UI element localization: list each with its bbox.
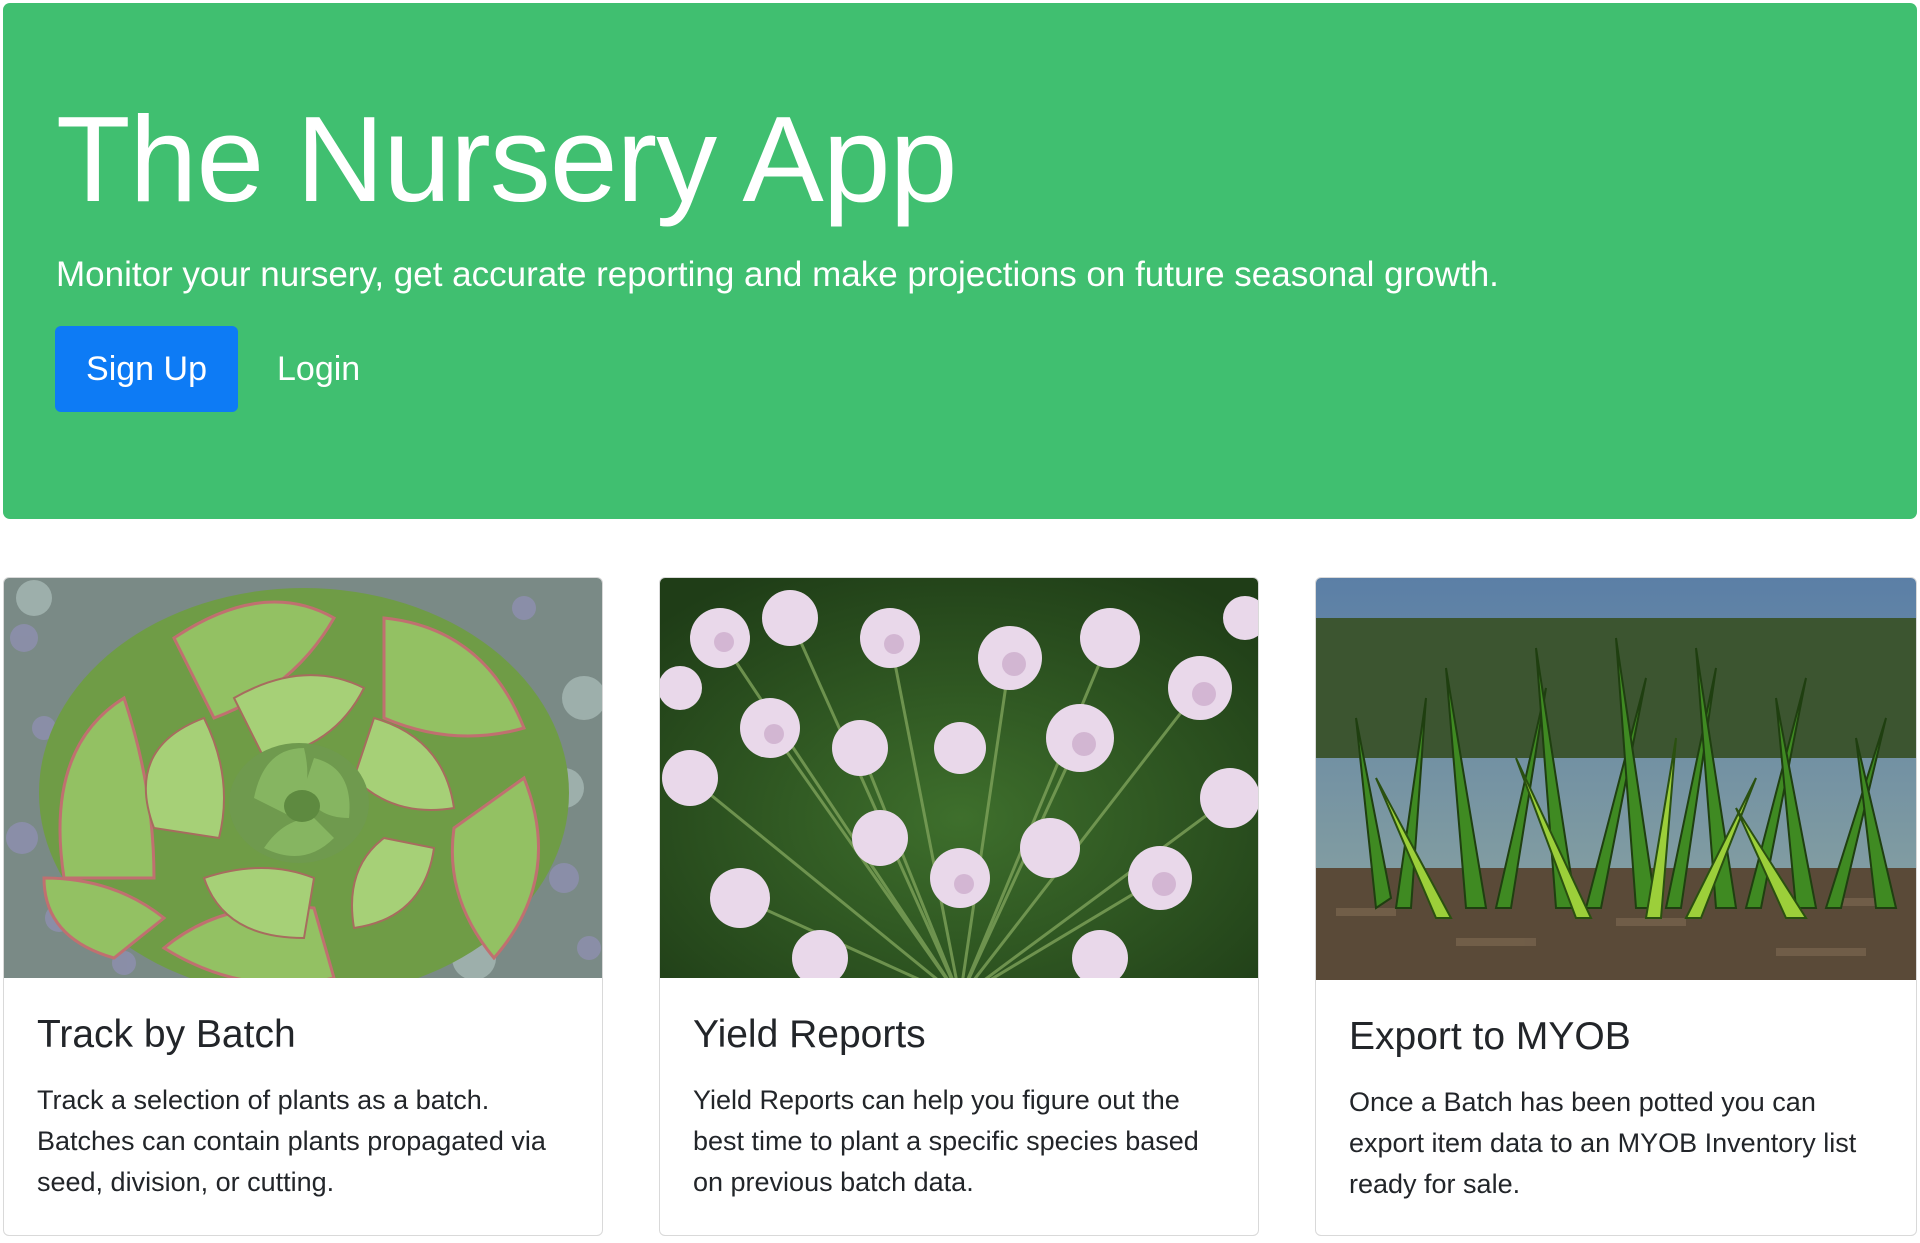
feature-card-track-by-batch: Track by Batch Track a selection of plan… (3, 577, 603, 1236)
seedlings-photo (1316, 578, 1916, 980)
sign-up-button[interactable]: Sign Up (55, 326, 238, 412)
hero-jumbotron: The Nursery App Monitor your nursery, ge… (3, 3, 1917, 519)
card-text: Yield Reports can help you figure out th… (693, 1085, 1199, 1197)
card-text: Track a selection of plants as a batch. … (37, 1085, 546, 1197)
feature-card-yield-reports: Yield Reports Yield Reports can help you… (659, 577, 1259, 1236)
flower-cluster-photo (660, 578, 1258, 978)
succulent-photo (4, 578, 602, 978)
feature-card-export-to-myob: Export to MYOB Once a Batch has been pot… (1315, 577, 1917, 1236)
login-link[interactable]: Login (277, 326, 360, 412)
card-title: Export to MYOB (1349, 1015, 1631, 1058)
hero-title: The Nursery App (56, 91, 957, 227)
hero-lead-text: Monitor your nursery, get accurate repor… (56, 255, 1499, 294)
card-title: Yield Reports (693, 1013, 926, 1056)
card-title: Track by Batch (37, 1013, 296, 1056)
card-text: Once a Batch has been potted you can exp… (1349, 1087, 1857, 1199)
